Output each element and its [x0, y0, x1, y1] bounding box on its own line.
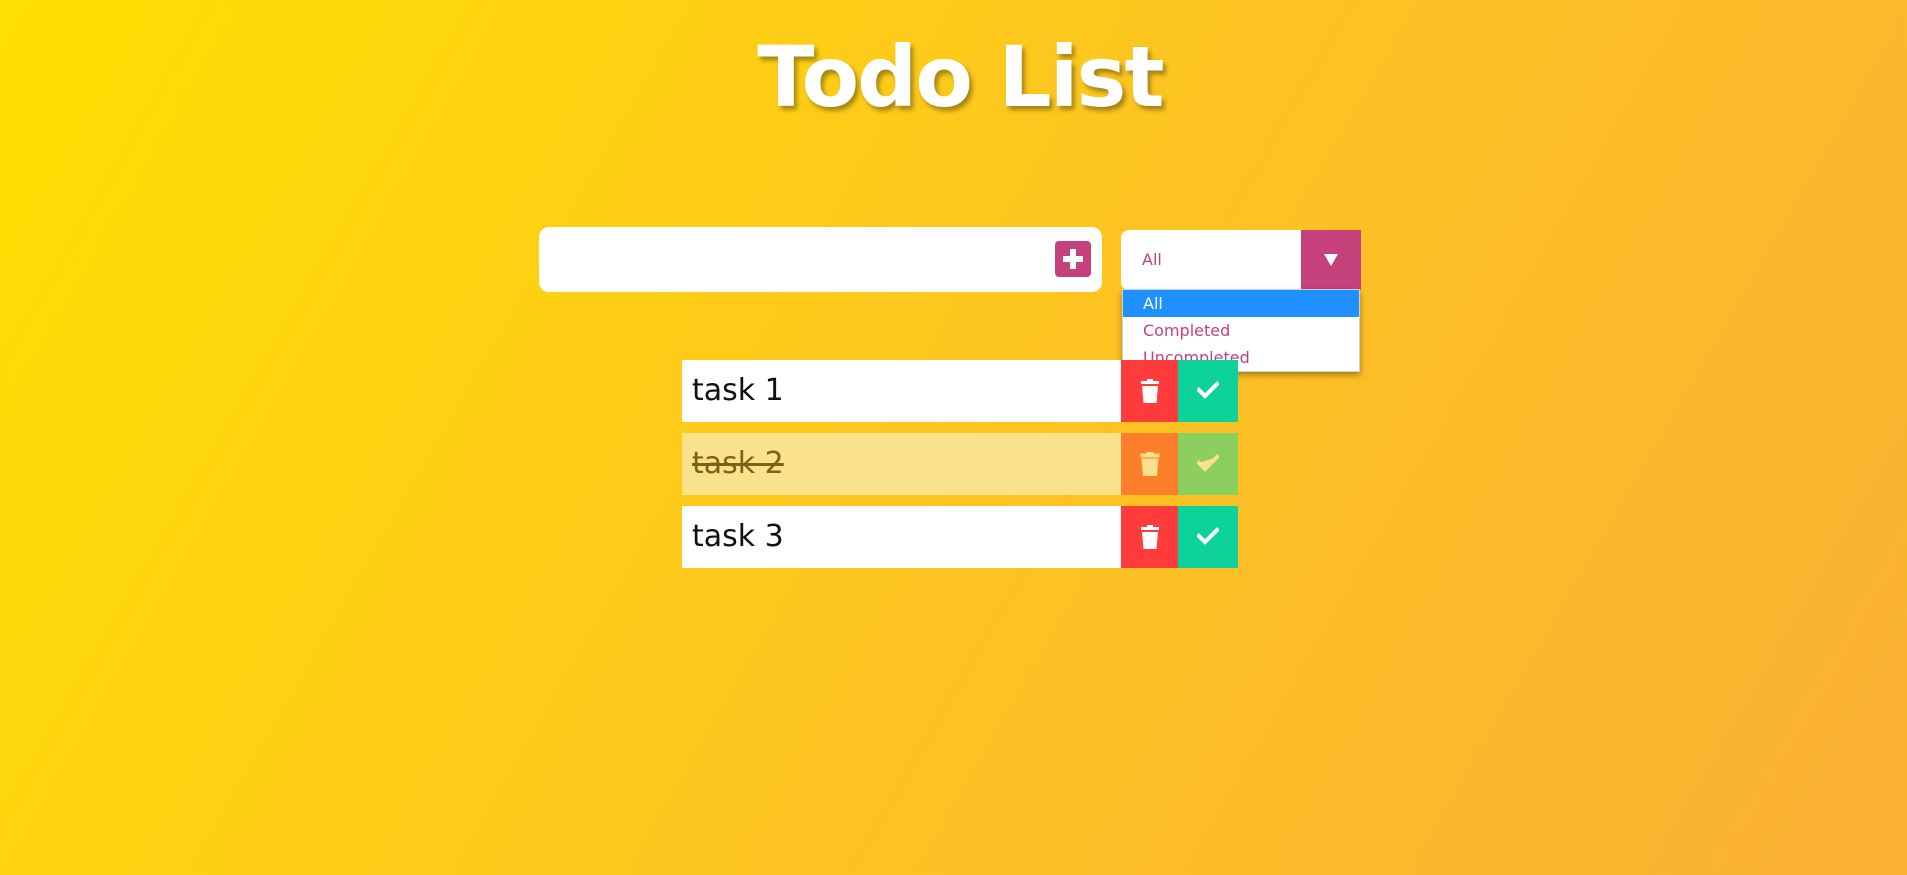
todo-item: task 1	[682, 360, 1238, 422]
page-title: Todo List	[757, 28, 1164, 126]
trash-icon	[1141, 379, 1159, 403]
plus-icon	[1063, 249, 1083, 269]
check-icon	[1197, 527, 1219, 545]
trash-icon	[1141, 525, 1159, 549]
check-icon	[1197, 454, 1219, 472]
todo-input[interactable]	[539, 227, 1049, 292]
delete-todo-button[interactable]	[1121, 506, 1178, 568]
todo-item-text: task 3	[682, 506, 1121, 568]
filter-option-all[interactable]: All	[1123, 290, 1359, 317]
todo-input-container	[539, 227, 1102, 292]
check-icon	[1197, 381, 1219, 399]
todo-item-text: task 1	[682, 360, 1121, 422]
todo-item: task 3	[682, 506, 1238, 568]
complete-todo-button[interactable]	[1178, 360, 1238, 422]
filter-selected-value: All	[1142, 250, 1162, 269]
filter-option-completed[interactable]: Completed	[1123, 317, 1359, 344]
todo-item: task 2	[682, 433, 1238, 495]
filter-select[interactable]: All	[1121, 230, 1361, 290]
complete-todo-button[interactable]	[1178, 506, 1238, 568]
todo-item-text: task 2	[682, 433, 1121, 495]
filter-dropdown-button[interactable]	[1301, 230, 1361, 290]
trash-icon	[1140, 452, 1160, 476]
delete-todo-button[interactable]	[1121, 433, 1178, 495]
add-todo-button[interactable]	[1055, 241, 1091, 277]
caret-down-icon	[1324, 254, 1338, 266]
delete-todo-button[interactable]	[1121, 360, 1178, 422]
complete-todo-button[interactable]	[1178, 433, 1238, 495]
